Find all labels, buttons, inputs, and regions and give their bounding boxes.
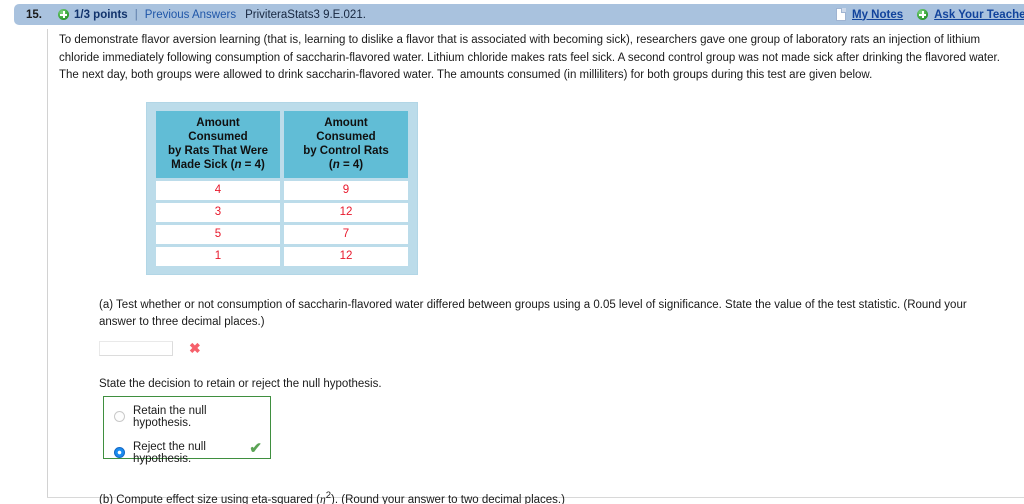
table-column-header-control: Amount Consumed by Control Rats (n = 4)	[284, 110, 408, 178]
table-row: 1 12	[156, 246, 408, 266]
question-page: 15. 1/3 points | Previous Answers Privit…	[0, 0, 1024, 504]
table-cell: 7	[284, 224, 408, 244]
table-cell: 12	[284, 202, 408, 222]
decision-question-label: State the decision to retain or reject t…	[99, 377, 382, 390]
radio-button-reject[interactable]	[114, 447, 125, 458]
x-mark-icon: ✖	[189, 340, 201, 356]
decision-option-label: Reject the null hypothesis.	[133, 440, 206, 465]
previous-answers-link[interactable]: Previous Answers	[145, 9, 236, 21]
plus-circle-icon[interactable]	[917, 9, 929, 20]
table-row: 5 7	[156, 224, 408, 244]
question-body: To demonstrate flavor aversion learning …	[59, 32, 1011, 504]
question-number: 15.	[26, 8, 42, 21]
header-right-actions: My Notes Ask Your Teacher	[836, 8, 1024, 21]
table-column-header-sick: Amount Consumed by Rats That Were Made S…	[156, 110, 280, 178]
header-line-3-post: = 4)	[339, 158, 364, 171]
decision-option-reject[interactable]: Reject the null hypothesis.	[114, 441, 260, 465]
header-n-symbol: n	[332, 158, 340, 171]
header-line-2: by Rats That Were	[167, 144, 269, 157]
header-line-1: Amount Consumed	[316, 116, 376, 143]
table-row: 4 9	[156, 180, 408, 200]
points-status: 1/3 points	[74, 8, 128, 21]
table-header-row: Amount Consumed by Rats That Were Made S…	[156, 110, 408, 178]
table-cell: 12	[284, 246, 408, 266]
note-page-icon[interactable]	[836, 8, 846, 21]
header-line-3-pre: Made Sick (	[171, 158, 235, 171]
part-b-text-post: ). (Round your answer to two decimal pla…	[331, 493, 565, 504]
decision-option-retain[interactable]: Retain the null hypothesis.	[114, 405, 260, 429]
question-code: PriviteraStats3 9.E.021.	[245, 8, 366, 21]
test-statistic-input[interactable]	[99, 340, 173, 356]
table-cell: 9	[284, 180, 408, 200]
table-cell: 3	[156, 202, 280, 222]
radio-button-retain[interactable]	[114, 411, 125, 422]
question-header-bar: 15. 1/3 points | Previous Answers Privit…	[14, 4, 1024, 25]
part-a-answer-row: ✖	[99, 340, 1011, 356]
data-table-frame: Amount Consumed by Rats That Were Made S…	[146, 101, 418, 275]
content-left-divider	[47, 29, 48, 497]
table-cell: 1	[156, 246, 280, 266]
decision-option-label: Retain the null hypothesis.	[133, 404, 207, 429]
question-prompt: To demonstrate flavor aversion learning …	[59, 34, 1000, 81]
decision-options-box: Retain the null hypothesis. Reject the n…	[103, 395, 271, 465]
header-line-3-post: = 4)	[241, 158, 265, 171]
header-line-2: by Control Rats	[303, 144, 389, 157]
amount-consumed-table: Amount Consumed by Rats That Were Made S…	[152, 108, 412, 269]
part-a-text: (a) Test whether or not consumption of s…	[99, 298, 967, 329]
header-line-1: Amount Consumed	[188, 116, 248, 143]
plus-circle-icon[interactable]	[58, 9, 69, 20]
my-notes-link[interactable]: My Notes	[852, 9, 903, 21]
part-b-text: (b) Compute effect size using eta-square…	[99, 487, 1011, 504]
table-row: 3 12	[156, 202, 408, 222]
part-b-text-pre: (b) Compute effect size using eta-square…	[99, 493, 320, 504]
check-mark-icon: ✔	[249, 439, 262, 457]
ask-your-teacher-link[interactable]: Ask Your Teacher	[934, 9, 1024, 21]
table-cell: 5	[156, 224, 280, 244]
header-separator: |	[134, 8, 138, 21]
table-cell: 4	[156, 180, 280, 200]
